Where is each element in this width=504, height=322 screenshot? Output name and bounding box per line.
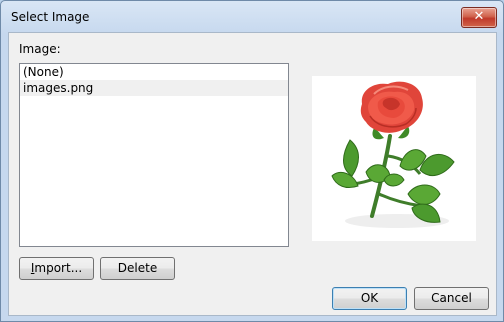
close-button[interactable]: ✕ xyxy=(461,7,497,28)
window-title: Select Image xyxy=(11,10,90,24)
image-label: Image: xyxy=(19,42,61,56)
title-bar[interactable]: Select Image ✕ xyxy=(1,1,503,33)
rose-image xyxy=(331,81,455,228)
close-icon: ✕ xyxy=(473,9,485,24)
dialog-body: Image: (None) images.png Import... Delet… xyxy=(8,32,497,316)
import-button[interactable]: Import... xyxy=(19,257,94,280)
image-preview xyxy=(312,76,476,241)
ok-button[interactable]: OK xyxy=(332,287,407,310)
delete-button[interactable]: Delete xyxy=(100,257,175,280)
list-item-images-png[interactable]: images.png xyxy=(20,80,288,96)
list-item-none[interactable]: (None) xyxy=(20,64,288,80)
import-button-label: mport... xyxy=(34,261,83,275)
cancel-button[interactable]: Cancel xyxy=(414,287,489,310)
select-image-dialog: Select Image ✕ Image: (None) images.png xyxy=(0,0,504,322)
image-listbox[interactable]: (None) images.png xyxy=(19,63,289,247)
